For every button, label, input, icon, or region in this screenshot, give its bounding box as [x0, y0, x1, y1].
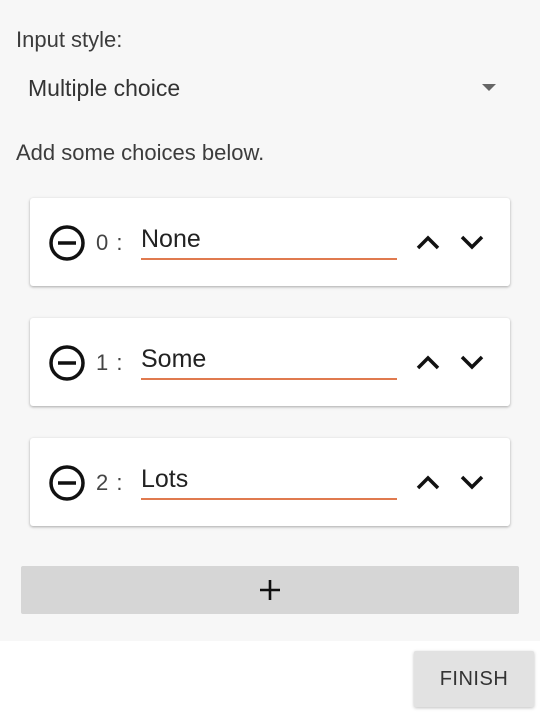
remove-choice-button[interactable]	[47, 223, 87, 263]
input-style-selected-value: Multiple choice	[28, 75, 181, 101]
move-choice-down-button[interactable]	[456, 348, 488, 376]
move-choice-up-button[interactable]	[412, 468, 444, 496]
chevron-down-icon	[460, 235, 484, 250]
move-choice-up-button[interactable]	[412, 228, 444, 256]
choice-card: 0 :	[30, 198, 510, 286]
finish-button[interactable]: FINISH	[414, 651, 534, 707]
move-choice-up-button[interactable]	[412, 348, 444, 376]
move-choice-down-button[interactable]	[456, 228, 488, 256]
minus-circle-icon	[49, 345, 85, 381]
choice-card: 2 :	[30, 438, 510, 526]
minus-circle-icon	[49, 225, 85, 261]
input-style-select[interactable]: Multiple choice	[16, 66, 510, 110]
editor-panel: Input style: Multiple choice Add some ch…	[0, 0, 540, 641]
chevron-up-icon	[416, 235, 440, 250]
choices-hint: Add some choices below.	[16, 140, 265, 165]
chevron-up-icon	[416, 475, 440, 490]
chevron-up-icon	[416, 355, 440, 370]
chevron-down-icon	[460, 475, 484, 490]
choice-index: 1 :	[96, 350, 124, 375]
add-choice-button[interactable]	[21, 566, 519, 614]
move-choice-down-button[interactable]	[456, 468, 488, 496]
choice-text-input[interactable]	[141, 220, 397, 260]
dropdown-arrow-icon	[482, 84, 496, 91]
remove-choice-button[interactable]	[47, 343, 87, 383]
choice-text-input[interactable]	[141, 340, 397, 380]
plus-icon	[260, 580, 280, 600]
remove-choice-button[interactable]	[47, 463, 87, 503]
minus-circle-icon	[49, 465, 85, 501]
choice-index: 0 :	[96, 230, 124, 255]
choice-index: 2 :	[96, 470, 124, 495]
choice-card: 1 :	[30, 318, 510, 406]
input-style-label: Input style:	[16, 27, 123, 52]
choice-text-input[interactable]	[141, 460, 397, 500]
chevron-down-icon	[460, 355, 484, 370]
